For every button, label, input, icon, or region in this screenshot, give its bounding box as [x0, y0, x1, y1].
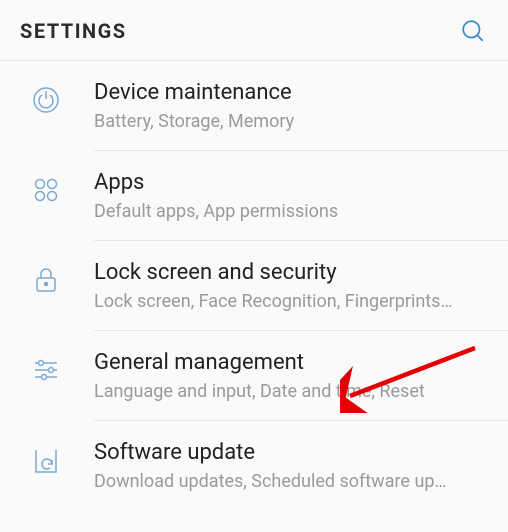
item-text: Software update Download updates, Schedu…: [76, 438, 488, 494]
item-subtitle: Language and input, Date and time, Reset: [94, 380, 488, 404]
item-subtitle: Battery, Storage, Memory: [94, 110, 488, 134]
list-item-software-update[interactable]: Software update Download updates, Schedu…: [0, 421, 508, 511]
lock-icon: [16, 258, 76, 296]
list-item-lock-screen[interactable]: Lock screen and security Lock screen, Fa…: [0, 241, 508, 331]
item-text: Lock screen and security Lock screen, Fa…: [76, 258, 488, 314]
item-title: Device maintenance: [94, 78, 488, 108]
apps-icon: [16, 168, 76, 206]
maintenance-icon: [16, 78, 76, 116]
header-bar: SETTINGS: [0, 0, 508, 61]
item-title: Lock screen and security: [94, 258, 488, 288]
item-title: Software update: [94, 438, 488, 468]
settings-list: Device maintenance Battery, Storage, Mem…: [0, 61, 508, 511]
item-subtitle: Default apps, App permissions: [94, 200, 488, 224]
item-title: Apps: [94, 168, 488, 198]
sliders-icon: [16, 348, 76, 386]
search-icon[interactable]: [460, 18, 486, 44]
update-icon: [16, 438, 76, 476]
list-item-apps[interactable]: Apps Default apps, App permissions: [0, 151, 508, 241]
item-subtitle: Download updates, Scheduled software up…: [94, 470, 488, 494]
page-title: SETTINGS: [20, 19, 127, 43]
item-text: Apps Default apps, App permissions: [76, 168, 488, 224]
list-item-device-maintenance[interactable]: Device maintenance Battery, Storage, Mem…: [0, 61, 508, 151]
item-subtitle: Lock screen, Face Recognition, Fingerpri…: [94, 290, 488, 314]
item-text: Device maintenance Battery, Storage, Mem…: [76, 78, 488, 134]
list-item-general-management[interactable]: General management Language and input, D…: [0, 331, 508, 421]
item-title: General management: [94, 348, 488, 378]
item-text: General management Language and input, D…: [76, 348, 488, 404]
